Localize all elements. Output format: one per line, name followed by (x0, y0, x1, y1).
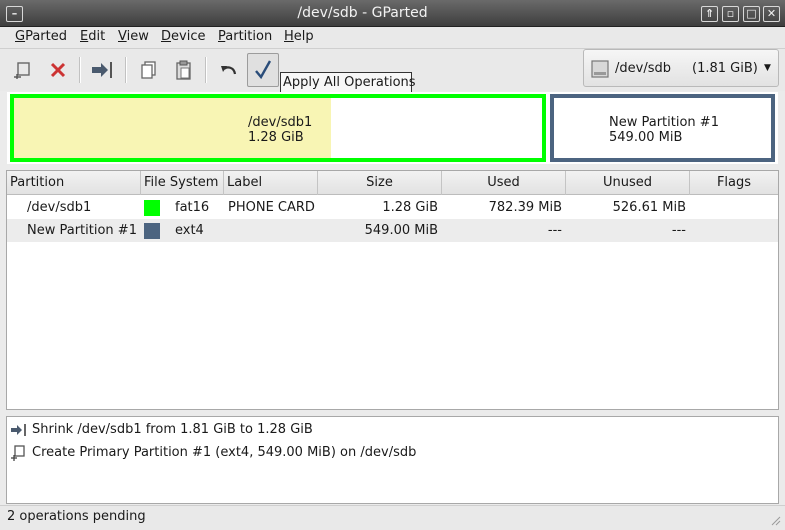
checkmark-icon (255, 60, 272, 80)
toolbar-separator (125, 57, 127, 83)
shade-icon[interactable]: ⇑ (701, 6, 718, 22)
toolbar-separator (205, 57, 207, 83)
menu-gparted[interactable]: GParted (15, 29, 67, 44)
column-header-filesystem[interactable]: File System (141, 171, 224, 195)
table-row[interactable]: New Partition #1 ext4 549.00 MiB --- --- (7, 219, 778, 242)
menu-edit[interactable]: Edit (80, 29, 105, 44)
undo-button[interactable] (213, 53, 245, 87)
partition-map: /dev/sdb1 1.28 GiB New Partition #1 549.… (7, 92, 778, 164)
cell-partition: /dev/sdb1 (27, 200, 92, 215)
close-icon[interactable]: ✕ (763, 6, 780, 22)
device-size: (1.81 GiB) (692, 61, 758, 76)
minimize-icon[interactable]: ▫ (722, 6, 739, 22)
pending-operations-list: Shrink /dev/sdb1 from 1.81 GiB to 1.28 G… (6, 416, 779, 504)
resize-move-icon (92, 62, 112, 78)
cell-label: PHONE CARD (228, 200, 315, 215)
cell-size: 1.28 GiB (382, 200, 438, 215)
copy-button[interactable] (133, 53, 165, 87)
operation-text: Create Primary Partition #1 (ext4, 549.0… (32, 445, 417, 460)
disk-icon (591, 60, 609, 78)
apply-button[interactable] (247, 53, 279, 87)
menu-device[interactable]: Device (161, 29, 205, 44)
toolbar-separator (79, 57, 81, 83)
copy-icon (141, 61, 156, 79)
window-title: /dev/sdb - GParted (297, 5, 428, 21)
partition-block-label: /dev/sdb1 1.28 GiB (248, 115, 313, 145)
column-header-partition[interactable]: Partition (7, 171, 141, 195)
cell-filesystem: fat16 (175, 200, 210, 215)
operation-item[interactable]: Shrink /dev/sdb1 from 1.81 GiB to 1.28 G… (11, 420, 771, 440)
table-header: Partition File System Label Size Used Un… (7, 171, 778, 195)
status-text: 2 operations pending (7, 509, 146, 524)
device-selector[interactable]: /dev/sdb (1.81 GiB) ▼ (583, 49, 779, 87)
column-header-label[interactable]: Label (224, 171, 318, 195)
menu-help[interactable]: Help (284, 29, 314, 44)
menu-partition[interactable]: Partition (218, 29, 272, 44)
cell-used: 782.39 MiB (488, 200, 562, 215)
menu-bar: GParted Edit View Device Partition Help (0, 27, 785, 49)
column-header-used[interactable]: Used (442, 171, 566, 195)
delete-icon (50, 62, 66, 78)
cell-unused: --- (671, 223, 686, 238)
apply-tooltip: Apply All Operations (280, 72, 416, 93)
cell-filesystem: ext4 (175, 223, 204, 238)
cell-used: --- (547, 223, 562, 238)
operation-item[interactable]: Create Primary Partition #1 (ext4, 549.0… (11, 443, 771, 463)
new-partition-icon (14, 62, 30, 79)
resize-move-button[interactable] (87, 53, 119, 87)
undo-icon (221, 66, 237, 75)
title-bar: – /dev/sdb - GParted ⇑ ▫ □ ✕ (0, 0, 785, 27)
cell-size: 549.00 MiB (364, 223, 438, 238)
dropdown-arrow-icon: ▼ (764, 63, 771, 73)
delete-partition-button[interactable] (42, 53, 74, 87)
new-partition-button[interactable] (7, 53, 39, 87)
table-row[interactable]: /dev/sdb1 fat16 PHONE CARD 1.28 GiB 782.… (7, 196, 778, 219)
column-header-unused[interactable]: Unused (566, 171, 690, 195)
new-partition-icon (11, 445, 25, 461)
column-header-flags[interactable]: Flags (690, 171, 778, 195)
column-header-size[interactable]: Size (318, 171, 442, 195)
filesystem-color-swatch (144, 200, 160, 216)
maximize-icon[interactable]: □ (743, 6, 760, 22)
partition-block-label: New Partition #1 549.00 MiB (609, 115, 719, 145)
partition-block-sdb1[interactable]: /dev/sdb1 1.28 GiB (10, 94, 546, 162)
resize-grip-icon[interactable] (769, 514, 781, 526)
device-name: /dev/sdb (615, 61, 671, 76)
partition-block-new[interactable]: New Partition #1 549.00 MiB (550, 94, 775, 162)
operation-text: Shrink /dev/sdb1 from 1.81 GiB to 1.28 G… (32, 422, 313, 437)
partition-table: Partition File System Label Size Used Un… (6, 170, 779, 410)
resize-icon (11, 424, 26, 436)
cell-unused: 526.61 MiB (612, 200, 686, 215)
menu-view[interactable]: View (118, 29, 149, 44)
filesystem-color-swatch (144, 223, 160, 239)
status-bar: 2 operations pending (0, 505, 785, 530)
cell-partition: New Partition #1 (27, 223, 137, 238)
paste-icon (176, 60, 191, 80)
paste-button[interactable] (168, 53, 200, 87)
